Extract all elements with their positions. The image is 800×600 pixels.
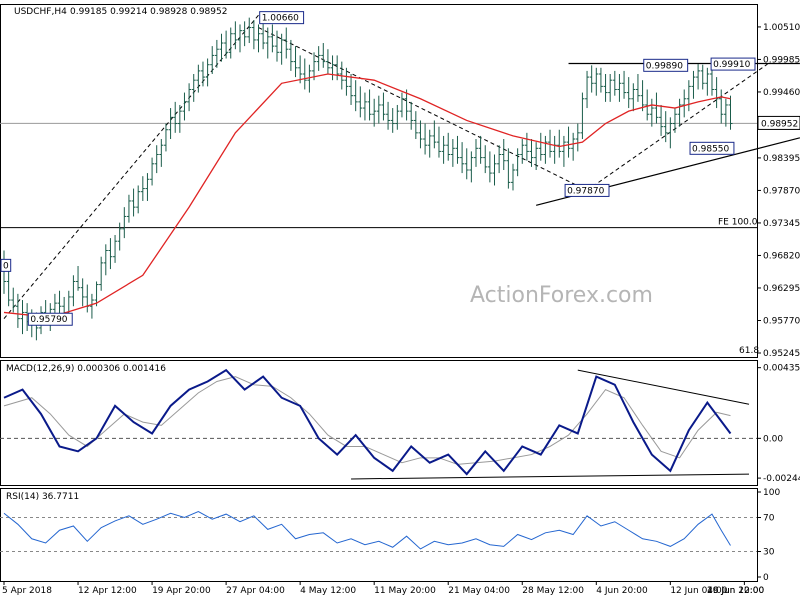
price-annotation: 0.98550 (689, 141, 735, 155)
rsi-ytick-label: 100 (763, 488, 780, 498)
price-annotation-label: 0.99910 (713, 60, 750, 70)
x-tick-label: 28 May 12:00 (522, 586, 584, 596)
macd-label: MACD(12,26,9) 0.000306 0.001416 (6, 364, 166, 374)
price-annotation: 0.97870 (564, 183, 610, 197)
price-annotation-label: 0 (3, 261, 9, 271)
price-annotation: 1.00660 (259, 11, 305, 25)
fe-level-label: FE 100.0 (718, 218, 758, 228)
chart-title: USDCHF,H4 (14, 7, 67, 17)
x-tick-label: 26 Jun 20:00 (707, 586, 764, 596)
x-tick-label: 27 Apr 04:00 (226, 586, 285, 596)
fib-level-label: 61.8 (739, 346, 759, 356)
rsi-ytick-label: 0 (763, 573, 769, 583)
price-ytick-label: 0.95770 (763, 316, 800, 326)
price-ytick-label: 0.96820 (763, 251, 800, 261)
price-annotation-label: 0.97870 (567, 186, 604, 196)
price-annotation: 0.95790 (27, 312, 73, 326)
price-annotation-label: 0.99890 (646, 61, 683, 71)
rsi-ytick-label: 70 (763, 514, 775, 524)
price-ytick-label: 0.99460 (763, 88, 800, 98)
macd-ytick-label: 0.00 (763, 434, 783, 444)
price-ytick-label: 0.97345 (763, 219, 800, 229)
price-ytick-label: 0.96295 (763, 284, 800, 294)
current-price-label: 0.98952 (761, 119, 798, 129)
rsi-ytick-label: 30 (763, 548, 775, 558)
macd-ytick-label: 0.004351 (763, 364, 800, 374)
x-tick-label: 19 Apr 20:00 (152, 586, 211, 596)
x-tick-label: 5 Apr 2018 (2, 586, 52, 596)
price-ytick-label: 0.97870 (763, 186, 800, 196)
price-annotation: 0.99890 (643, 58, 689, 72)
price-annotation-label: 0.98550 (692, 144, 729, 154)
price-annotation: 0.99910 (710, 57, 756, 71)
price-ytick-label: 1.00510 (763, 23, 800, 33)
x-tick-label: 11 May 20:00 (374, 586, 436, 596)
chart-canvas: USDCHF,H4 0.99185 0.99214 0.98928 0.9895… (0, 0, 800, 600)
price-annotation-label: 0.95790 (30, 315, 67, 325)
price-ytick-label: 0.98395 (763, 154, 800, 164)
x-tick-label: 4 May 12:00 (300, 586, 356, 596)
x-tick-label: 21 May 04:00 (448, 586, 510, 596)
macd-ytick-label: -0.002448 (763, 474, 800, 484)
x-tick-label: 4 Jun 20:00 (596, 586, 648, 596)
price-annotation-label: 1.00660 (262, 14, 299, 24)
chart-root: USDCHF,H4 0.99185 0.99214 0.98928 0.9895… (0, 0, 800, 600)
price-ytick-label: 0.95245 (763, 349, 800, 359)
x-tick-label: 12 Apr 12:00 (78, 586, 137, 596)
rsi-label: RSI(14) 36.7711 (6, 492, 79, 502)
chart-ohlc: 0.99185 0.99214 0.98928 0.98952 (70, 7, 227, 17)
watermark: ActionForex.com (470, 283, 653, 308)
price-annotation: 0 (0, 258, 12, 272)
